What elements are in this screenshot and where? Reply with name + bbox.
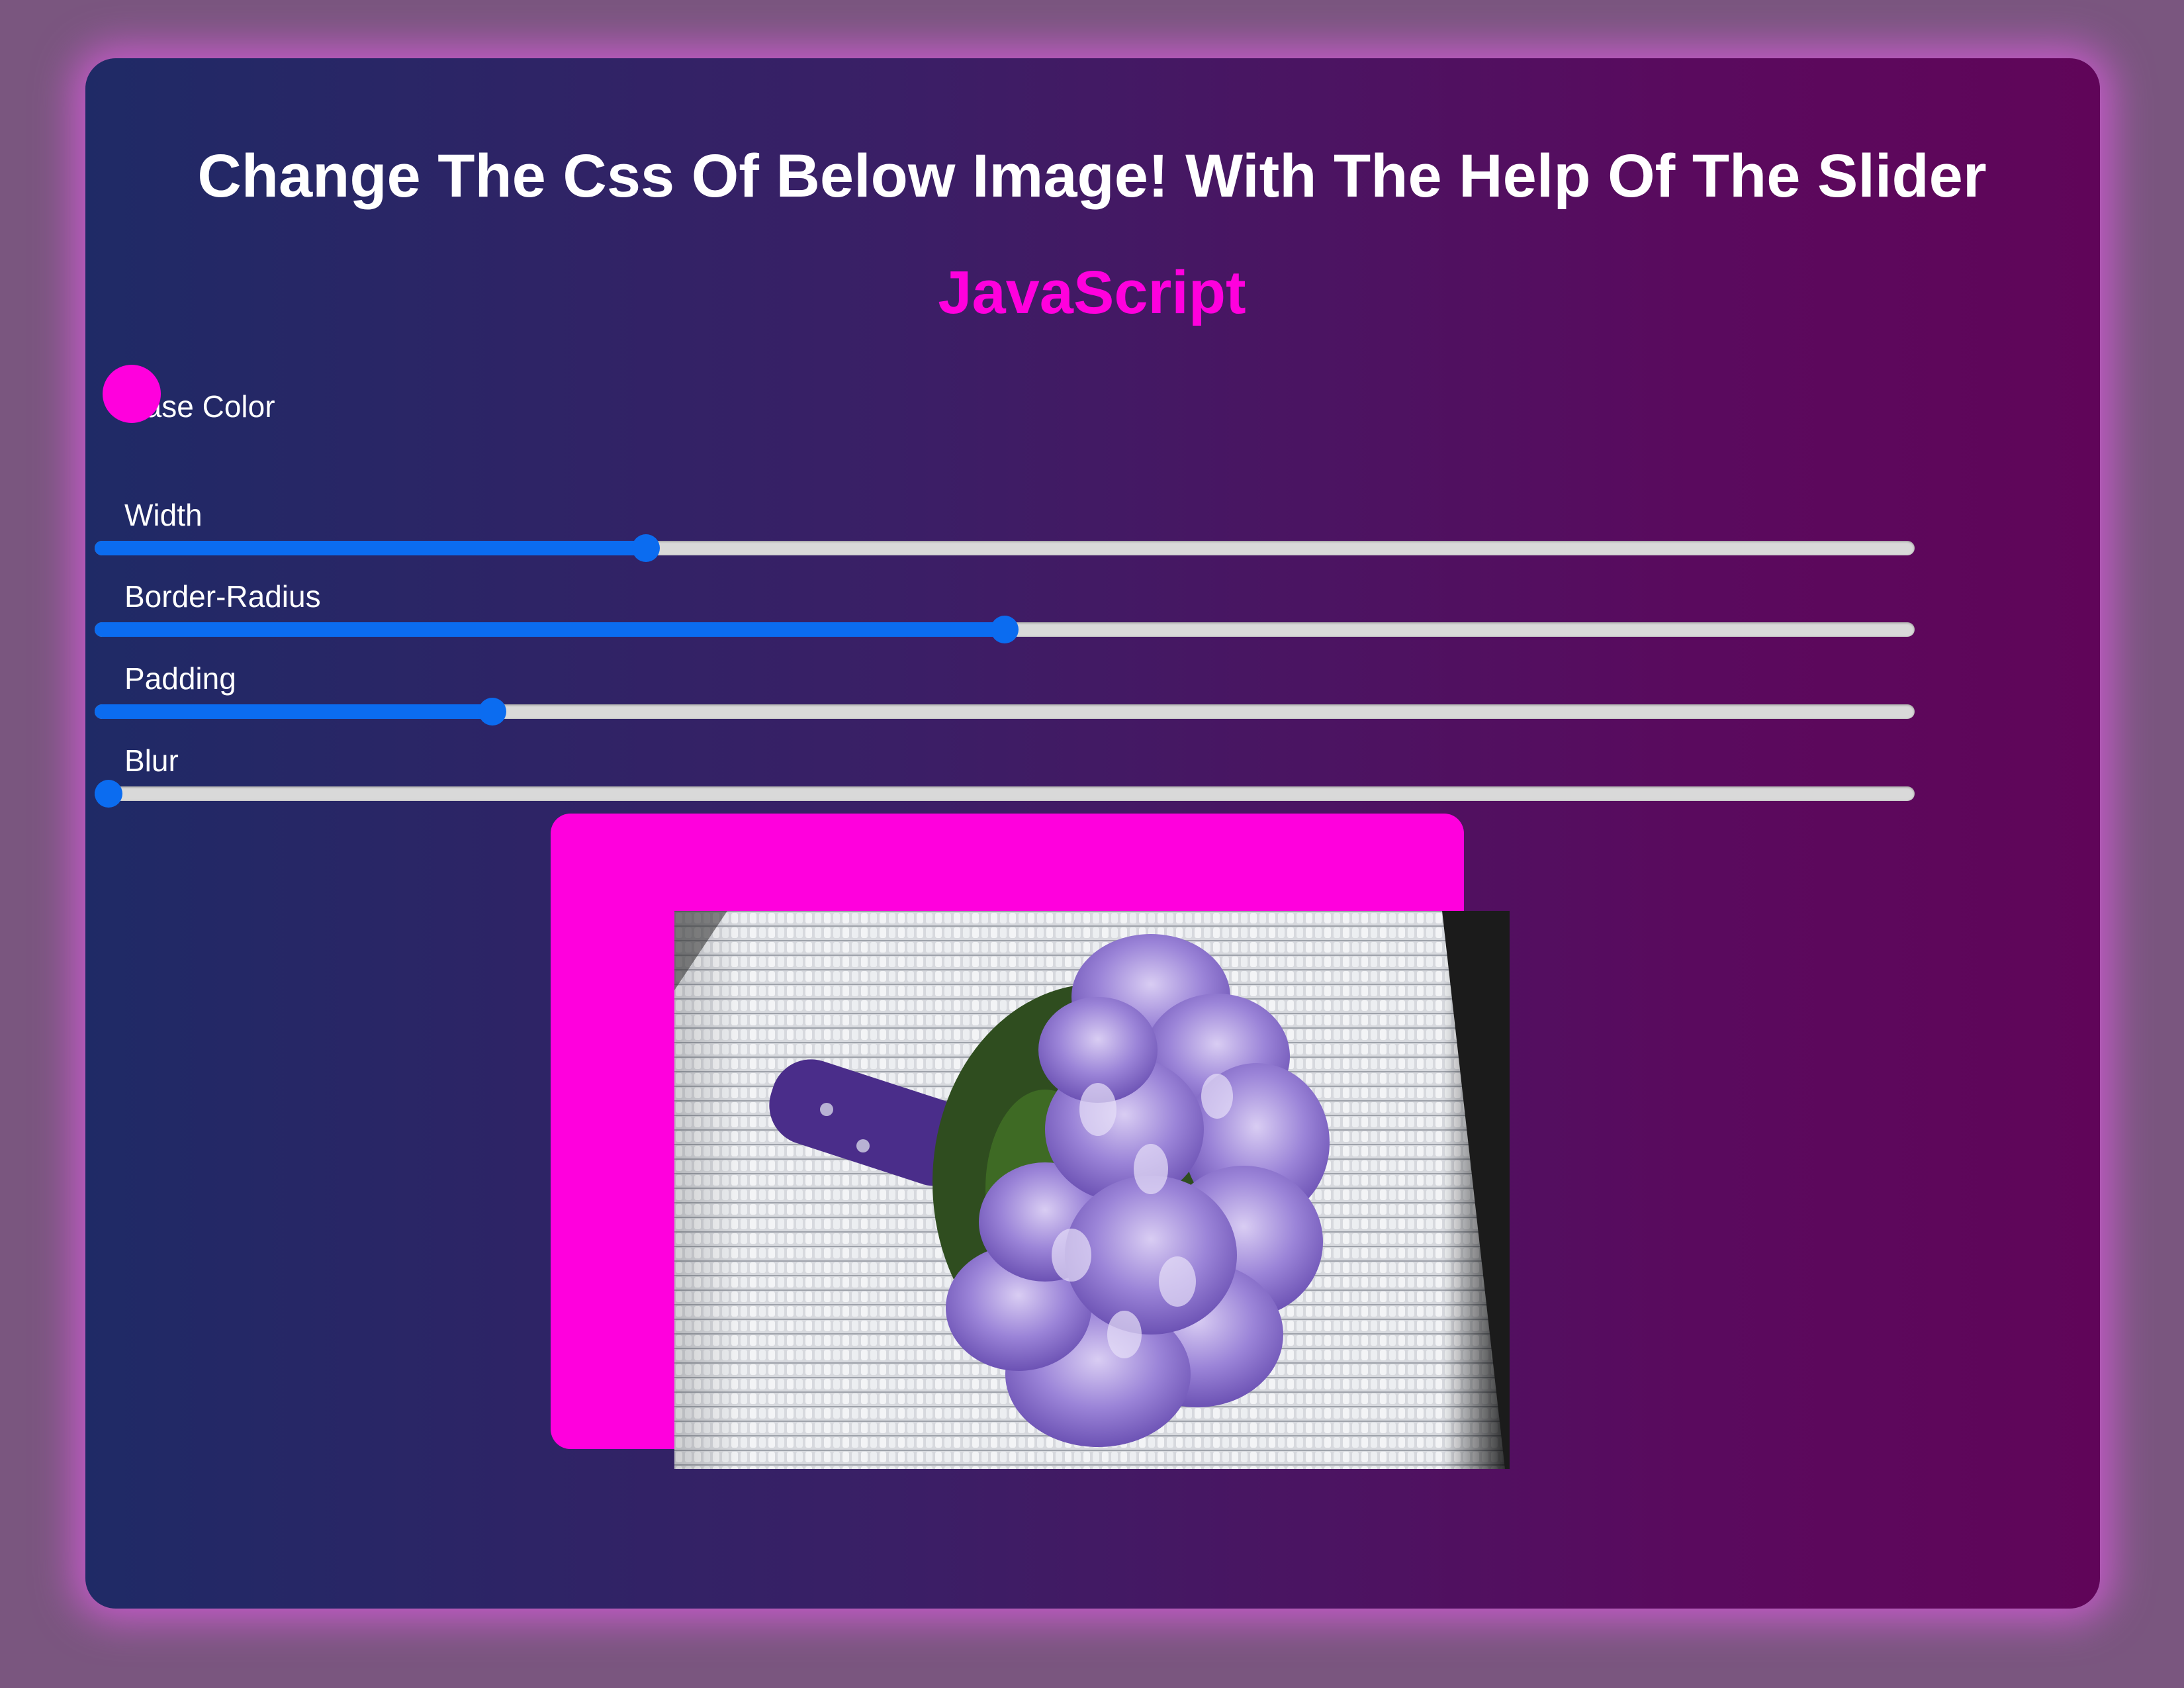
width-label: Width <box>124 498 203 532</box>
border-radius-label: Border-Radius <box>124 579 321 614</box>
base-color-picker[interactable] <box>103 365 161 423</box>
padding-slider[interactable] <box>95 698 1915 726</box>
padding-slider-thumb[interactable] <box>478 698 506 726</box>
border-radius-slider[interactable] <box>95 616 1915 643</box>
border-radius-slider-fill <box>95 622 1005 637</box>
blur-slider-thumb[interactable] <box>95 780 122 808</box>
blur-slider[interactable] <box>95 780 1915 808</box>
padding-slider-fill <box>95 704 492 719</box>
page-title: Change The Css Of Below Image! With The … <box>197 142 1987 210</box>
border-radius-slider-thumb[interactable] <box>991 616 1019 643</box>
flower-bouquet-image <box>674 911 1510 1469</box>
width-slider-fill <box>95 541 647 555</box>
width-slider[interactable] <box>95 534 1915 562</box>
blur-label: Blur <box>124 743 179 778</box>
page-subtitle: JavaScript <box>938 259 1246 326</box>
padding-label: Padding <box>124 661 236 696</box>
